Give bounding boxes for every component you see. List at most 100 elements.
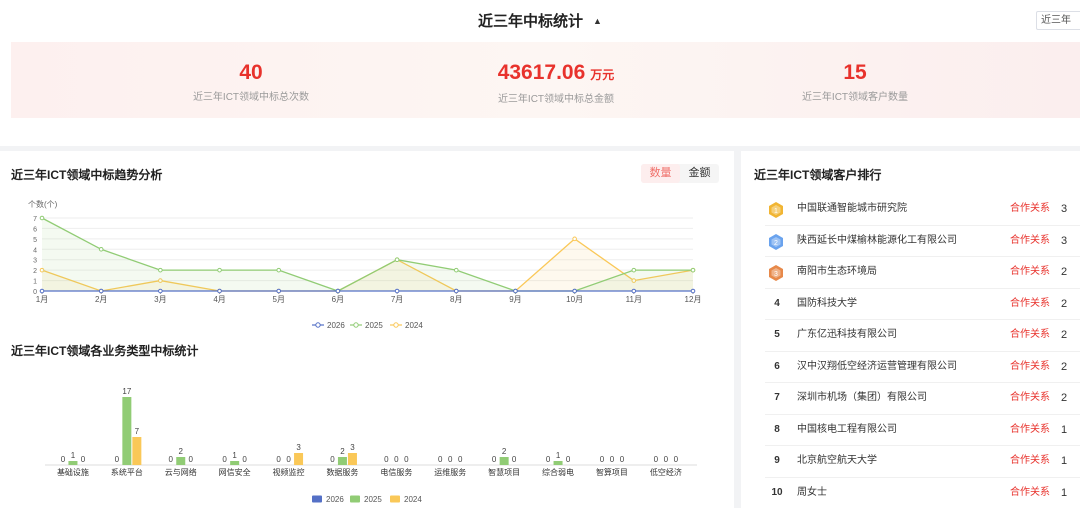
stat-customer-count: 15 近三年ICT领域客户数量 bbox=[735, 42, 975, 103]
rank-medal-icon: 1 bbox=[769, 202, 783, 218]
y-tick-label: 1 bbox=[33, 279, 37, 286]
bar-value-label: 0 bbox=[61, 455, 66, 464]
customer-name: 南阳市生态环境局 bbox=[797, 266, 877, 277]
stat-label: 近三年ICT领域中标总金额 bbox=[497, 94, 615, 105]
bar-legend-swatch bbox=[390, 495, 400, 503]
data-point-2026 bbox=[217, 288, 222, 294]
bar-value-label: 0 bbox=[448, 455, 453, 464]
legend-item-2025: 2025 bbox=[350, 321, 383, 330]
stat-label: 近三年ICT领域客户数量 bbox=[801, 92, 909, 103]
data-point-2024 bbox=[572, 236, 577, 242]
bar-value-label: 1 bbox=[556, 451, 561, 460]
business-title: 近三年ICT领域各业务类型中标统计 bbox=[11, 344, 199, 358]
bar-value-label: 2 bbox=[179, 447, 184, 456]
bar-2024 bbox=[294, 453, 304, 465]
relation-link[interactable]: 合作关系 bbox=[1010, 289, 1050, 319]
rank-medal-icon: 3 bbox=[769, 265, 783, 281]
ranking-row: 10 周女士 合作关系 1 bbox=[765, 478, 1080, 508]
relation-link[interactable]: 合作关系 bbox=[1010, 415, 1050, 445]
toggle-amount[interactable]: 金额 bbox=[680, 164, 719, 183]
bar-value-label: 0 bbox=[394, 455, 399, 464]
bar-category-label: 低空经济 bbox=[650, 467, 682, 477]
relation-link[interactable]: 合作关系 bbox=[1010, 257, 1050, 287]
rank-medal-number: 2 bbox=[774, 240, 778, 247]
bar-2025 bbox=[337, 457, 347, 465]
bar-2024 bbox=[132, 437, 142, 465]
data-point-2026 bbox=[98, 288, 104, 294]
bar-category-label: 智算项目 bbox=[596, 467, 628, 477]
bar-2025 bbox=[122, 397, 132, 465]
bar-value-label: 0 bbox=[492, 455, 497, 464]
ranking-row: 9 北京航空航天大学 合作关系 1 bbox=[765, 446, 1080, 478]
toggle-count[interactable]: 数量 bbox=[641, 164, 680, 183]
bar-legend-swatch bbox=[350, 495, 360, 503]
bar-category-label: 基础设施 bbox=[57, 467, 89, 477]
bar-2025 bbox=[176, 457, 186, 465]
relation-link[interactable]: 合作关系 bbox=[1010, 383, 1050, 413]
y-tick-label: 3 bbox=[33, 258, 37, 265]
bar-value-label: 0 bbox=[169, 455, 174, 464]
y-tick-label: 6 bbox=[33, 226, 37, 233]
relation-link[interactable]: 合作关系 bbox=[1010, 194, 1050, 224]
bar-legend-item-2026: 2026 bbox=[312, 495, 344, 504]
data-point-2026 bbox=[690, 288, 696, 294]
bar-category-label: 智慧项目 bbox=[488, 467, 520, 477]
legend-marker bbox=[393, 322, 399, 328]
data-point-2025 bbox=[631, 267, 637, 273]
customer-count: 2 bbox=[1061, 329, 1068, 341]
bar-value-label: 0 bbox=[286, 455, 291, 464]
ranking-row: 1 中国联通智能城市研究院 合作关系 3 bbox=[765, 194, 1080, 226]
bar-value-label: 1 bbox=[232, 451, 237, 460]
x-tick-label: 8月 bbox=[450, 295, 462, 304]
year-select[interactable]: 近三年 bbox=[1036, 11, 1080, 30]
y-tick-label: 7 bbox=[33, 216, 37, 223]
page-title: 近三年中标统计 ▲ bbox=[0, 10, 1080, 33]
customer-name: 国防科技大学 bbox=[797, 297, 857, 309]
legend-label: 2026 bbox=[327, 321, 345, 330]
data-point-2026 bbox=[572, 288, 577, 294]
ranking-row: 8 中国核电工程有限公司 合作关系 1 bbox=[765, 415, 1080, 446]
relation-link[interactable]: 合作关系 bbox=[1010, 352, 1050, 382]
bar-value-label: 0 bbox=[664, 455, 669, 464]
relation-link[interactable]: 合作关系 bbox=[1010, 446, 1050, 476]
y-tick-label: 2 bbox=[33, 268, 37, 275]
rank-number: 6 bbox=[774, 360, 780, 372]
bar-2025 bbox=[68, 461, 78, 465]
y-axis-label: 个数(个) bbox=[28, 199, 58, 209]
bar-category-label: 电信服务 bbox=[380, 467, 412, 477]
ranking-row: 4 国防科技大学 合作关系 2 bbox=[765, 289, 1080, 320]
customer-count: 2 bbox=[1061, 392, 1068, 404]
rank-number: 5 bbox=[774, 329, 780, 340]
x-tick-label: 9月 bbox=[509, 295, 521, 304]
x-tick-label: 3月 bbox=[154, 295, 166, 304]
rank-number: 9 bbox=[774, 455, 780, 466]
data-point-2026 bbox=[39, 288, 45, 294]
bar-value-label: 0 bbox=[512, 455, 517, 464]
customer-count: 2 bbox=[1061, 360, 1068, 373]
bar-value-label: 2 bbox=[502, 447, 507, 456]
caret-up-icon[interactable]: ▲ bbox=[593, 16, 602, 26]
x-tick-label: 7月 bbox=[391, 295, 403, 304]
customer-count: 3 bbox=[1061, 203, 1068, 215]
bar-value-label: 0 bbox=[115, 455, 120, 464]
data-point-2025 bbox=[276, 267, 282, 273]
bar-value-label: 0 bbox=[674, 455, 679, 464]
trend-title: 近三年ICT领域中标趋势分析 bbox=[11, 168, 163, 182]
data-point-2026 bbox=[453, 288, 459, 294]
data-point-2025 bbox=[453, 267, 459, 273]
relation-link[interactable]: 合作关系 bbox=[1010, 226, 1050, 256]
ranking-row: 5 广东亿迅科技有限公司 合作关系 2 bbox=[765, 320, 1080, 352]
data-point-2026 bbox=[631, 288, 637, 294]
x-tick-label: 6月 bbox=[332, 295, 344, 304]
bar-2025 bbox=[230, 461, 240, 465]
relation-link[interactable]: 合作关系 bbox=[1010, 478, 1050, 508]
customer-name: 北京航空航天大学 bbox=[797, 455, 877, 466]
bar-2024 bbox=[347, 453, 357, 465]
customer-count: 2 bbox=[1061, 297, 1068, 310]
bar-category-label: 视频监控 bbox=[273, 467, 305, 477]
data-point-2026 bbox=[394, 288, 400, 294]
relation-link[interactable]: 合作关系 bbox=[1010, 320, 1050, 350]
customer-name: 周女士 bbox=[797, 486, 827, 498]
ranking-list: 1 中国联通智能城市研究院 合作关系 3 2 陕西延长中煤榆林能源化工有限公司 合作关系 3 3… bbox=[765, 194, 1080, 508]
legend-marker bbox=[353, 322, 359, 328]
